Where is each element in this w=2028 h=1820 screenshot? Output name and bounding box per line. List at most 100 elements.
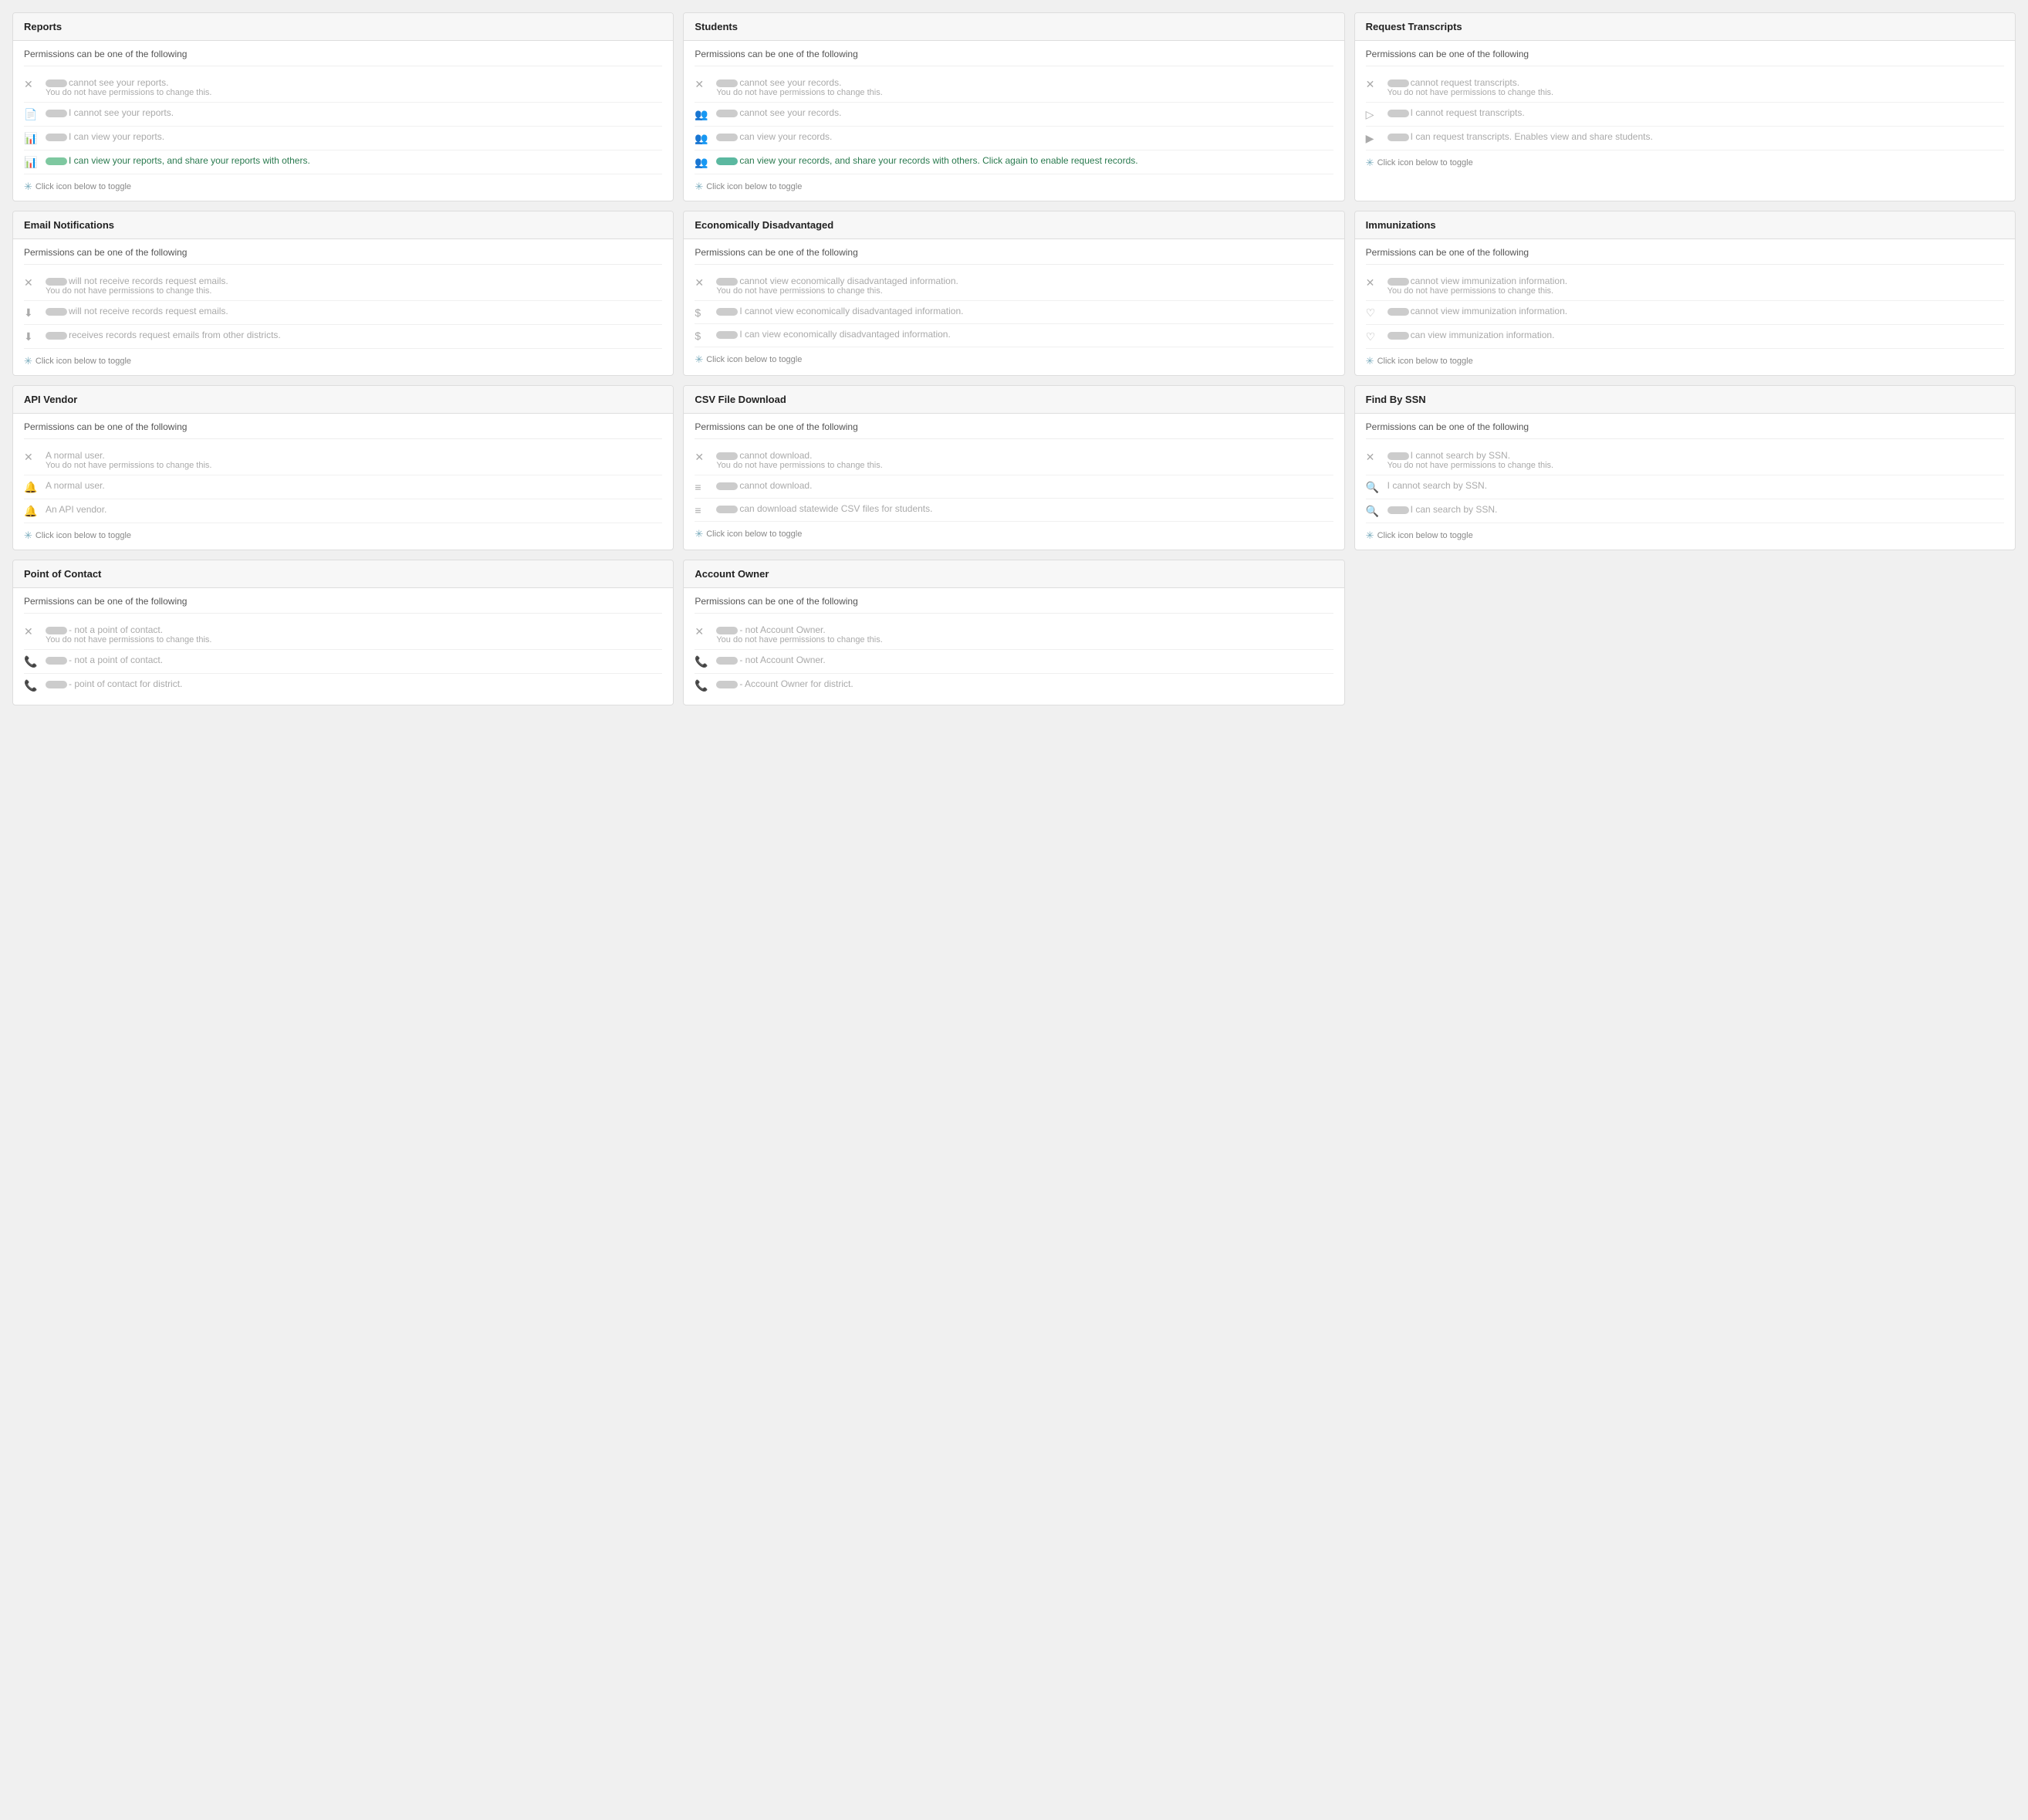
perm-item-api-vendor-1: 🔔 A normal user. xyxy=(24,475,662,499)
perm-badge-account-owner-1 xyxy=(716,657,738,665)
perm-subtext-csv-file-download-0: You do not have permissions to change th… xyxy=(716,461,882,470)
perm-item-students-1: 👥cannot see your records. xyxy=(695,103,1333,127)
card-subtitle-economically-disadvantaged: Permissions can be one of the following xyxy=(695,247,1333,265)
perm-subtext-email-notifications-0: You do not have permissions to change th… xyxy=(46,286,228,296)
toggle-text-email-notifications: Click icon below to toggle xyxy=(35,357,131,366)
perm-text-wrap-immunizations-0: cannot view immunization information.You… xyxy=(1387,276,1567,296)
card-subtitle-request-transcripts: Permissions can be one of the following xyxy=(1366,49,2004,66)
perm-badge-reports-2 xyxy=(46,134,67,141)
perm-item-find-by-ssn-1: 🔍I cannot search by SSN. xyxy=(1366,475,2004,499)
perm-text-span-reports-0: cannot see your reports. xyxy=(69,77,168,88)
perm-item-csv-file-download-2: ≡can download statewide CSV files for st… xyxy=(695,499,1333,522)
perm-text-span-economically-disadvantaged-0: cannot view economically disadvantaged i… xyxy=(739,276,958,286)
perm-text-wrap-api-vendor-2: An API vendor. xyxy=(46,504,106,515)
card-subtitle-point-of-contact: Permissions can be one of the following xyxy=(24,596,662,614)
card-body-find-by-ssn: Permissions can be one of the following✕… xyxy=(1355,414,2015,550)
perm-text-wrap-csv-file-download-0: cannot download.You do not have permissi… xyxy=(716,450,882,470)
perm-icon-economically-disadvantaged-1: $ xyxy=(695,306,710,319)
card-reports: ReportsPermissions can be one of the fol… xyxy=(12,12,674,201)
perm-badge-email-notifications-1 xyxy=(46,308,67,316)
perm-text-email-notifications-0: will not receive records request emails. xyxy=(46,276,228,286)
toggle-label-csv-file-download[interactable]: ✳Click icon below to toggle xyxy=(695,528,1333,540)
card-account-owner: Account OwnerPermissions can be one of t… xyxy=(683,560,1344,705)
toggle-label-api-vendor[interactable]: ✳Click icon below to toggle xyxy=(24,529,662,542)
toggle-star-email-notifications: ✳ xyxy=(24,355,32,367)
perm-badge-csv-file-download-0 xyxy=(716,452,738,460)
perm-item-email-notifications-0: ✕will not receive records request emails… xyxy=(24,271,662,301)
perm-text-wrap-point-of-contact-0: - not a point of contact.You do not have… xyxy=(46,624,211,644)
toggle-text-students: Click icon below to toggle xyxy=(706,182,802,191)
perm-item-find-by-ssn-2: 🔍I can search by SSN. xyxy=(1366,499,2004,523)
card-api-vendor: API VendorPermissions can be one of the … xyxy=(12,385,674,550)
perm-text-span-students-0: cannot see your records. xyxy=(739,77,841,88)
card-point-of-contact: Point of ContactPermissions can be one o… xyxy=(12,560,674,705)
perm-text-span-find-by-ssn-2: I can search by SSN. xyxy=(1411,504,1498,515)
card-body-csv-file-download: Permissions can be one of the following✕… xyxy=(684,414,1344,548)
perm-text-wrap-email-notifications-1: will not receive records request emails. xyxy=(46,306,228,316)
perm-text-point-of-contact-2: - point of contact for district. xyxy=(46,678,182,689)
perm-text-span-immunizations-1: cannot view immunization information. xyxy=(1411,306,1567,316)
perm-text-find-by-ssn-2: I can search by SSN. xyxy=(1387,504,1498,515)
perm-text-span-api-vendor-2: An API vendor. xyxy=(46,504,106,515)
perm-item-account-owner-0: ✕- not Account Owner.You do not have per… xyxy=(695,620,1333,650)
perm-text-wrap-account-owner-1: - not Account Owner. xyxy=(716,655,825,665)
toggle-label-request-transcripts[interactable]: ✳Click icon below to toggle xyxy=(1366,157,2004,169)
perm-text-span-account-owner-2: - Account Owner for district. xyxy=(739,678,853,689)
perm-text-span-point-of-contact-1: - not a point of contact. xyxy=(69,655,163,665)
perm-item-account-owner-1: 📞 - not Account Owner. xyxy=(695,650,1333,674)
perm-subtext-account-owner-0: You do not have permissions to change th… xyxy=(716,635,882,644)
perm-icon-reports-1: 📄 xyxy=(24,108,39,121)
toggle-label-find-by-ssn[interactable]: ✳Click icon below to toggle xyxy=(1366,529,2004,542)
perm-item-immunizations-1: ♡ cannot view immunization information. xyxy=(1366,301,2004,325)
toggle-star-immunizations: ✳ xyxy=(1366,355,1374,367)
perm-subtext-students-0: You do not have permissions to change th… xyxy=(716,88,882,97)
perm-text-wrap-immunizations-1: cannot view immunization information. xyxy=(1387,306,1567,316)
perm-text-wrap-students-0: cannot see your records.You do not have … xyxy=(716,77,882,97)
perm-text-span-account-owner-0: - not Account Owner. xyxy=(739,624,825,635)
card-header-api-vendor: API Vendor xyxy=(13,386,673,414)
perm-item-request-transcripts-1: ▷I cannot request transcripts. xyxy=(1366,103,2004,127)
perm-badge-request-transcripts-0 xyxy=(1387,79,1409,87)
toggle-label-economically-disadvantaged[interactable]: ✳Click icon below to toggle xyxy=(695,354,1333,366)
toggle-label-reports[interactable]: ✳Click icon below to toggle xyxy=(24,181,662,193)
perm-icon-account-owner-1: 📞 xyxy=(695,655,710,668)
perm-badge-find-by-ssn-2 xyxy=(1387,506,1409,514)
perm-text-span-api-vendor-0: A normal user. xyxy=(46,450,105,461)
perm-text-wrap-api-vendor-1: A normal user. xyxy=(46,480,105,491)
perm-item-api-vendor-0: ✕A normal user.You do not have permissio… xyxy=(24,445,662,475)
perm-icon-request-transcripts-0: ✕ xyxy=(1366,78,1381,91)
perm-text-wrap-request-transcripts-0: cannot request transcripts.You do not ha… xyxy=(1387,77,1553,97)
perm-badge-immunizations-0 xyxy=(1387,278,1409,286)
perm-text-wrap-request-transcripts-1: I cannot request transcripts. xyxy=(1387,107,1525,118)
perm-item-students-3: 👥can view your records, and share your r… xyxy=(695,151,1333,174)
perm-item-email-notifications-1: ⬇will not receive records request emails… xyxy=(24,301,662,325)
perm-text-students-0: cannot see your records. xyxy=(716,77,882,88)
card-body-students: Permissions can be one of the following✕… xyxy=(684,41,1344,201)
perm-badge-students-3 xyxy=(716,157,738,165)
perm-text-span-immunizations-0: cannot view immunization information. xyxy=(1411,276,1567,286)
card-subtitle-reports: Permissions can be one of the following xyxy=(24,49,662,66)
perm-text-span-point-of-contact-0: - not a point of contact. xyxy=(69,624,163,635)
toggle-label-immunizations[interactable]: ✳Click icon below to toggle xyxy=(1366,355,2004,367)
card-request-transcripts: Request TranscriptsPermissions can be on… xyxy=(1354,12,2016,201)
perm-icon-api-vendor-0: ✕ xyxy=(24,451,39,464)
perm-subtext-request-transcripts-0: You do not have permissions to change th… xyxy=(1387,88,1553,97)
card-students: StudentsPermissions can be one of the fo… xyxy=(683,12,1344,201)
toggle-label-students[interactable]: ✳Click icon below to toggle xyxy=(695,181,1333,193)
perm-text-economically-disadvantaged-0: cannot view economically disadvantaged i… xyxy=(716,276,958,286)
perm-text-span-email-notifications-2: receives records request emails from oth… xyxy=(69,330,281,340)
card-subtitle-csv-file-download: Permissions can be one of the following xyxy=(695,421,1333,439)
perm-text-span-account-owner-1: - not Account Owner. xyxy=(739,655,825,665)
perm-item-reports-2: 📊I can view your reports. xyxy=(24,127,662,151)
perm-subtext-reports-0: You do not have permissions to change th… xyxy=(46,88,211,97)
perm-text-span-immunizations-2: can view immunization information. xyxy=(1411,330,1555,340)
perm-icon-api-vendor-1: 🔔 xyxy=(24,481,39,494)
perm-item-reports-1: 📄I cannot see your reports. xyxy=(24,103,662,127)
perm-subtext-point-of-contact-0: You do not have permissions to change th… xyxy=(46,635,211,644)
perm-badge-request-transcripts-1 xyxy=(1387,110,1409,117)
perm-text-wrap-email-notifications-2: receives records request emails from oth… xyxy=(46,330,281,340)
perm-text-span-request-transcripts-2: I can request transcripts. Enables view … xyxy=(1411,131,1653,142)
perm-icon-reports-3: 📊 xyxy=(24,156,39,169)
perm-icon-immunizations-1: ♡ xyxy=(1366,306,1381,320)
toggle-label-email-notifications[interactable]: ✳Click icon below to toggle xyxy=(24,355,662,367)
